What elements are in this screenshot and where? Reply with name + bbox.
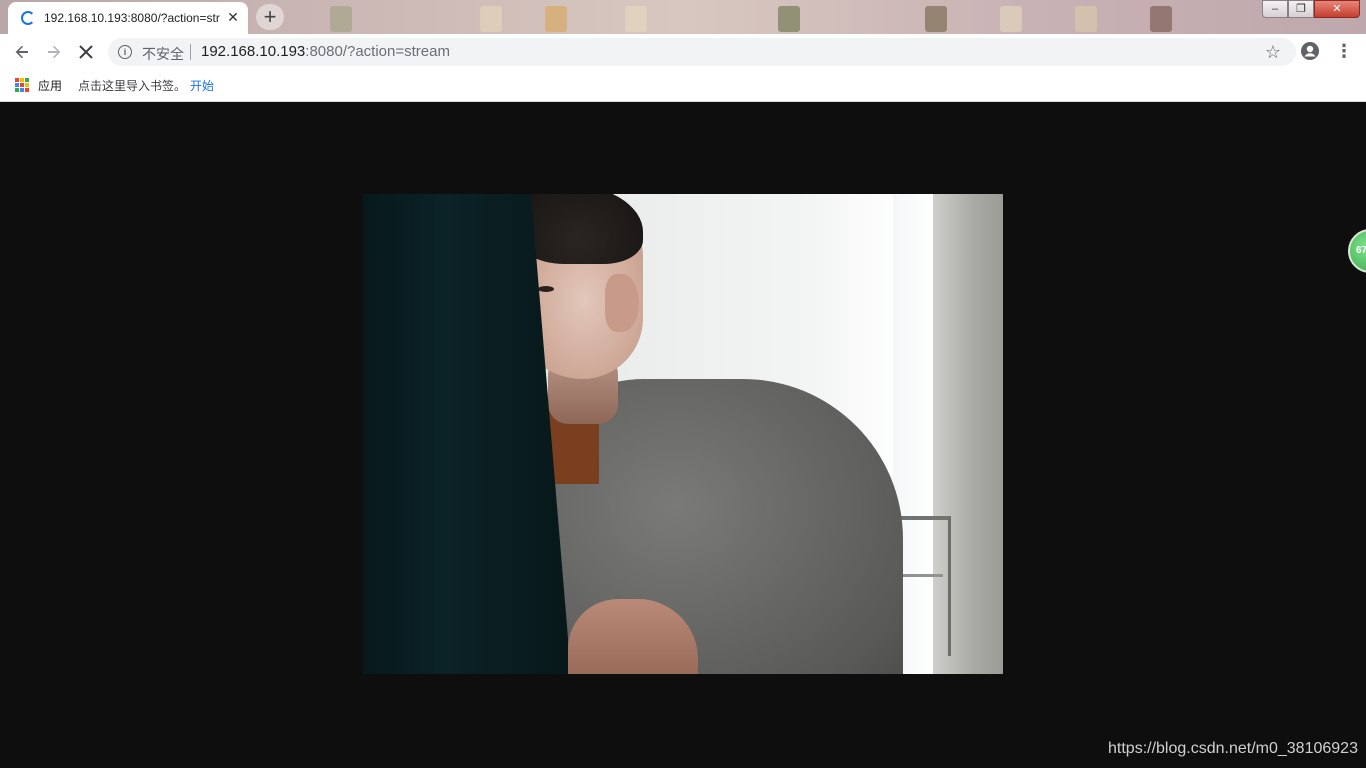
url-text[interactable]: 192.168.10.193:8080/?action=stream — [201, 43, 450, 60]
arrow-left-icon — [15, 45, 28, 59]
maximize-button[interactable]: ❐ — [1288, 0, 1314, 18]
watermark-text: https://blog.csdn.net/m0_38106923 — [1108, 740, 1358, 757]
profile-icon[interactable] — [1300, 41, 1320, 61]
forward-button[interactable] — [41, 39, 67, 65]
wallpaper-decoration — [1075, 6, 1097, 32]
browser-toolbar: i 不安全 192.168.10.193:8080/?action=stream… — [0, 34, 1366, 70]
stop-icon — [79, 45, 93, 59]
tab-title: 192.168.10.193:8080/?action=stream — [44, 11, 220, 25]
start-link[interactable]: 开始 — [190, 77, 214, 94]
wallpaper-decoration — [625, 6, 647, 32]
close-icon[interactable]: ✕ — [224, 8, 242, 26]
browser-tab[interactable]: 192.168.10.193:8080/?action=stream ✕ — [8, 2, 248, 34]
wallpaper-decoration — [1000, 6, 1022, 32]
security-label[interactable]: 不安全 — [142, 44, 184, 64]
floating-badge[interactable]: 67 — [1348, 229, 1366, 273]
stream-person-eye — [538, 286, 554, 292]
bookmarks-bar: 应用 点击这里导入书签。 开始 — [0, 70, 1366, 102]
wallpaper-decoration — [925, 6, 947, 32]
video-stream-image — [363, 194, 1003, 674]
back-button[interactable] — [9, 39, 35, 65]
title-bar: 192.168.10.193:8080/?action=stream ✕ + –… — [0, 0, 1366, 34]
url-path: :8080/?action=stream — [305, 43, 450, 60]
close-window-button[interactable]: ✕ — [1314, 0, 1360, 18]
info-icon[interactable]: i — [118, 45, 132, 59]
url-host: 192.168.10.193 — [201, 43, 306, 60]
import-bookmarks-hint: 点击这里导入书签。 — [78, 79, 187, 93]
arrow-right-icon — [48, 45, 61, 59]
minimize-button[interactable]: – — [1262, 0, 1288, 18]
stop-button[interactable] — [73, 39, 99, 65]
apps-grid-icon[interactable] — [15, 78, 29, 92]
wallpaper-decoration — [1150, 6, 1172, 32]
plus-icon: + — [263, 4, 277, 29]
apps-link[interactable]: 应用 — [38, 77, 62, 94]
new-tab-button[interactable]: + — [256, 4, 284, 30]
wallpaper-decoration — [330, 6, 352, 32]
spinner-icon — [21, 11, 35, 25]
wallpaper-decoration — [545, 6, 567, 32]
address-bar[interactable]: i 不安全 192.168.10.193:8080/?action=stream… — [108, 38, 1296, 66]
wallpaper-decoration — [480, 6, 502, 32]
star-icon[interactable]: ☆ — [1262, 41, 1284, 63]
stream-person-ear — [605, 274, 639, 332]
separator — [190, 44, 191, 60]
wallpaper-decoration — [778, 6, 800, 32]
more-vert-icon[interactable]: ⋮ — [1333, 40, 1355, 62]
